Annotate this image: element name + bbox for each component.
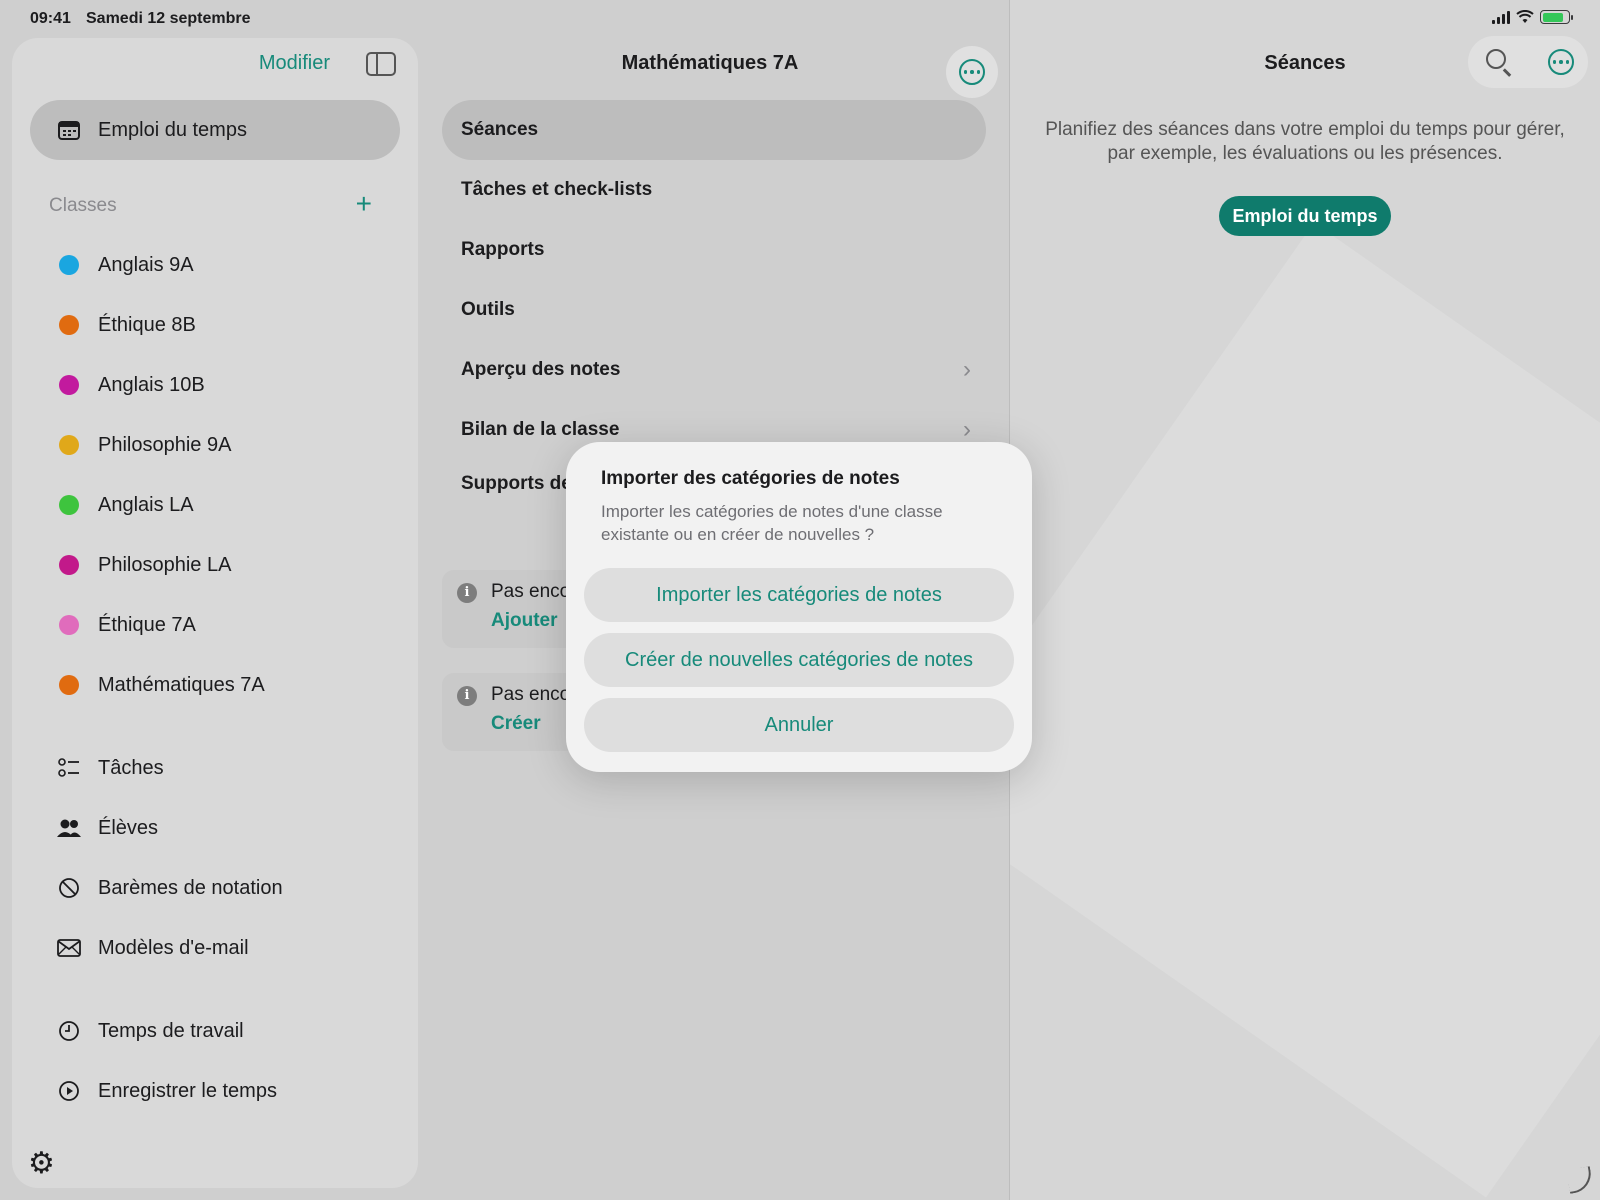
class-label: Éthique 8B [98,313,196,336]
chevron-right-icon: › [963,416,971,443]
status-bar: 09:41 Samedi 12 septembre [0,0,1600,36]
menu-item-tools[interactable]: Outils [461,290,971,330]
sidebar-item-label: Enregistrer le temps [98,1079,277,1102]
menu-item-grades-overview[interactable]: Aperçu des notes › [461,350,971,390]
status-icons [1492,10,1573,24]
add-link[interactable]: Ajouter [491,610,558,632]
plus-icon[interactable]: + [356,188,372,220]
people-icon [52,818,86,838]
sidebar-item-label: Emploi du temps [98,118,247,141]
menu-item-reports[interactable]: Rapports [461,230,971,270]
toolbar-button-group [1468,36,1588,88]
menu-item-label: Rapports [461,239,545,260]
class-color-dot [59,555,79,575]
sidebar-class-mathematiques-7a[interactable]: Mathématiques 7A [12,665,418,705]
calendar-icon [52,120,86,140]
class-label: Philosophie 9A [98,433,232,456]
class-label: Philosophie LA [98,553,232,576]
sidebar-item-work-time[interactable]: Temps de travail [12,1011,418,1051]
sidebar-item-label: Tâches [98,756,164,779]
classes-section-title: Classes [49,195,117,216]
status-date: Samedi 12 septembre [86,10,251,27]
chevron-right-icon: › [963,356,971,383]
search-icon[interactable] [1486,49,1506,69]
ellipsis-circle-icon[interactable] [1548,49,1574,75]
class-color-dot [59,255,79,275]
sidebar-class-anglais-la[interactable]: Anglais LA [12,485,418,525]
sidebar-class-ethique-8b[interactable]: Éthique 8B [12,305,418,345]
dialog-title: Importer des catégories de notes [601,468,900,489]
more-options-button[interactable] [946,46,998,98]
create-categories-button[interactable]: Créer de nouvelles catégories de notes [584,633,1014,687]
gear-icon[interactable]: ⚙ [28,1146,55,1181]
class-label: Anglais LA [98,493,194,516]
class-color-dot [59,375,79,395]
grading-scale-icon [52,877,86,899]
empty-state-message: Planifiez des séances dans votre emploi … [1030,118,1580,166]
class-label: Anglais 10B [98,373,205,396]
page-title: Mathématiques 7A [621,52,799,74]
class-color-dot [59,675,79,695]
dialog-message: Importer les catégories de notes d'une c… [601,502,943,544]
status-time: 09:41 [30,10,71,27]
sidebar-item-students[interactable]: Élèves [12,808,418,848]
info-text: Pas enco [491,684,571,705]
class-color-dot [59,615,79,635]
battery-icon [1540,10,1573,24]
sidebar-class-philosophie-la[interactable]: Philosophie LA [12,545,418,585]
class-label: Mathématiques 7A [98,673,265,696]
menu-item-label: Outils [461,299,515,320]
class-label: Éthique 7A [98,613,196,636]
sidebar-class-ethique-7a[interactable]: Éthique 7A [12,605,418,645]
sidebar-class-anglais-9a[interactable]: Anglais 9A [12,245,418,285]
class-color-dot [59,435,79,455]
sidebar-class-anglais-10b[interactable]: Anglais 10B [12,365,418,405]
menu-item-tasks-checklists[interactable]: Tâches et check-lists [461,170,971,210]
import-categories-button[interactable]: Importer les catégories de notes [584,568,1014,622]
info-icon: i [457,583,477,603]
play-circle-icon [52,1080,86,1102]
sidebar-item-label: Temps de travail [98,1019,244,1042]
sidebar-item-schedule-row[interactable]: Emploi du temps [12,110,418,150]
info-icon: i [457,686,477,706]
sidebar-item-email-templates[interactable]: Modèles d'e-mail [12,928,418,968]
sidebar: Modifier Emploi du temps Classes + Angla… [12,38,418,1188]
checklist-icon [52,758,86,778]
menu-item-label: Aperçu des notes [461,359,621,380]
class-color-dot [59,315,79,335]
empty-state-line: Planifiez des séances dans votre emploi … [1045,119,1565,140]
menu-item-label: Bilan de la classe [461,419,620,440]
wifi-icon [1516,10,1534,23]
menu-item-label: Séances [461,119,539,140]
sessions-pane: Séances Planifiez des séances dans votre… [1010,0,1600,1200]
sidebar-item-label: Élèves [98,816,159,839]
envelope-icon [52,939,86,957]
cancel-button[interactable]: Annuler [584,698,1014,752]
import-categories-dialog: Importer des catégories de notes Importe… [566,442,1032,772]
menu-item-sessions[interactable]: Séances [461,110,971,150]
sidebar-class-philosophie-9a[interactable]: Philosophie 9A [12,425,418,465]
sidebar-item-label: Barèmes de notation [98,876,283,899]
sidebar-toggle-icon[interactable] [366,52,396,76]
class-label: Anglais 9A [98,253,194,276]
menu-item-label: Supports de [461,473,572,494]
sidebar-item-tasks[interactable]: Tâches [12,748,418,788]
empty-state-line: par exemple, les évaluations ou les prés… [1107,143,1503,164]
clock-icon [52,1020,86,1042]
ellipsis-circle-icon [959,59,985,85]
resize-handle-icon[interactable] [1566,1166,1594,1194]
class-color-dot [59,495,79,515]
cellular-signal-icon [1492,10,1510,24]
sidebar-item-grading-scales[interactable]: Barèmes de notation [12,868,418,908]
menu-item-label: Tâches et check-lists [461,179,653,200]
background-shape [1010,222,1600,1198]
create-link[interactable]: Créer [491,713,541,735]
sidebar-item-record-time[interactable]: Enregistrer le temps [12,1071,418,1111]
info-text: Pas enco [491,581,571,602]
schedule-button[interactable]: Emploi du temps [1219,196,1391,236]
sidebar-item-label: Modèles d'e-mail [98,936,249,959]
edit-button[interactable]: Modifier [259,52,330,75]
